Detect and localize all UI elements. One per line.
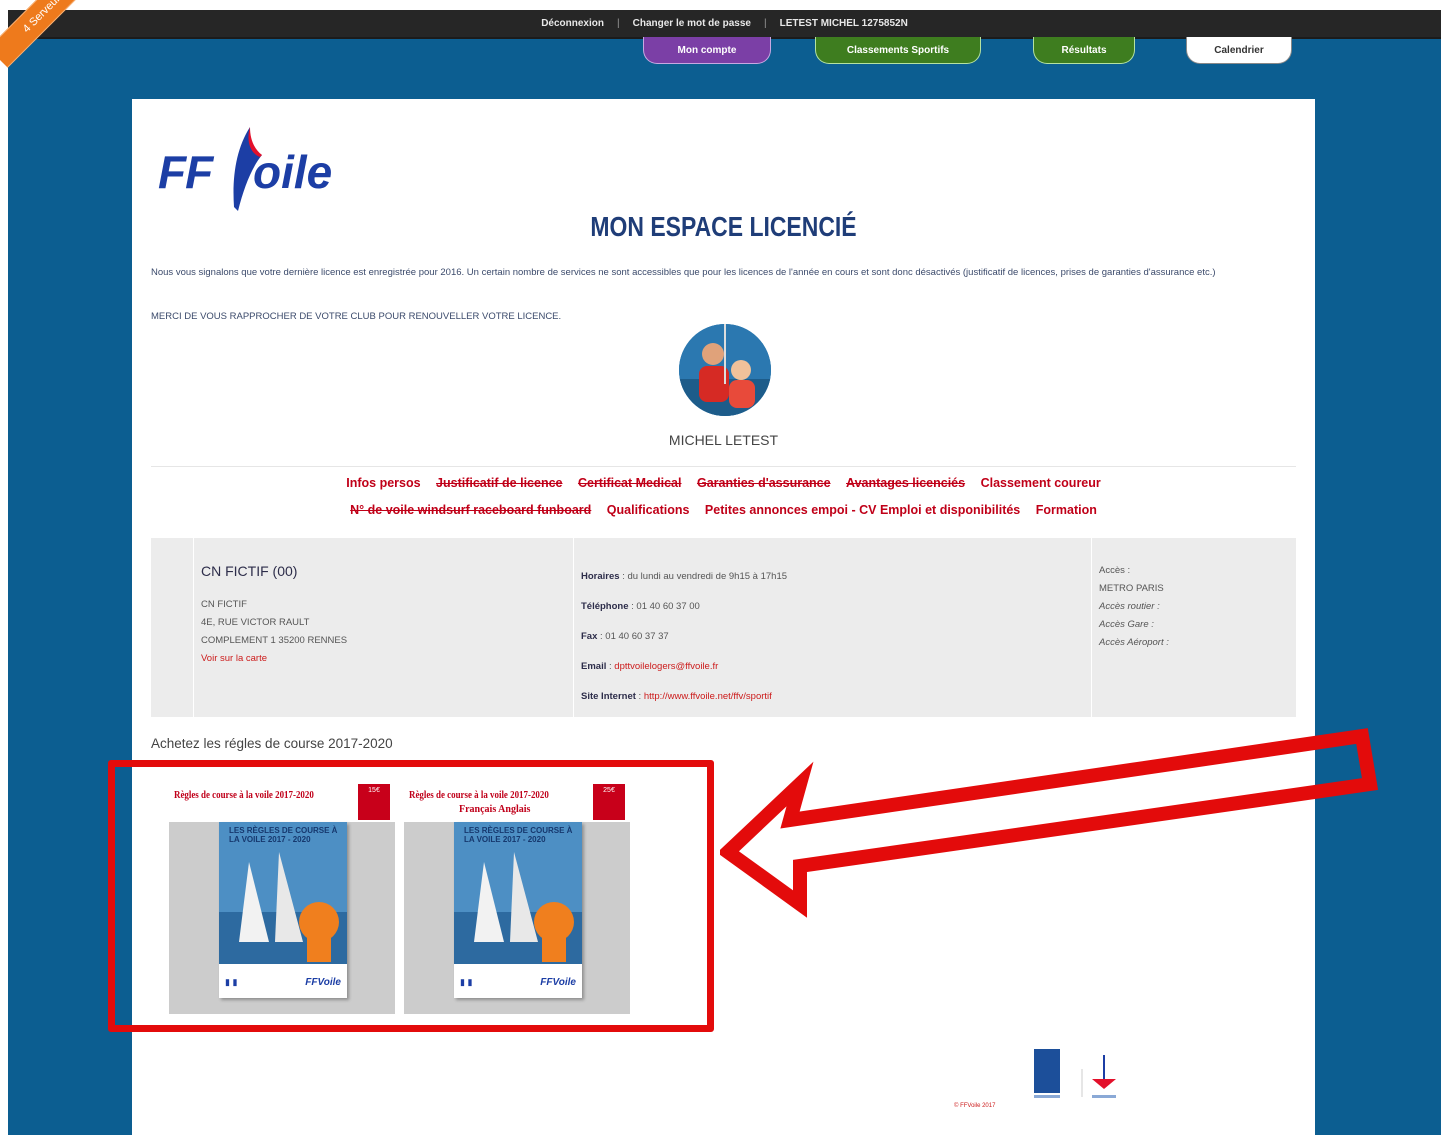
avatar	[679, 324, 771, 416]
fax-row: Fax : 01 40 60 37 37	[581, 622, 787, 652]
column-divider	[573, 538, 574, 717]
column-divider	[193, 538, 194, 717]
account-menu-row-1: Infos persos Justificatif de licence Cer…	[132, 476, 1315, 490]
menu-formation[interactable]: Formation	[1036, 503, 1097, 517]
ffvoile-logo[interactable]: FF oile	[158, 127, 368, 213]
website-label: Site Internet	[581, 691, 636, 702]
menu-justificatif-licence[interactable]: Justificatif de licence	[436, 476, 562, 490]
arrow-icon	[720, 728, 1379, 918]
menu-numero-voile[interactable]: N° de voile windsurf raceboard funboard	[350, 503, 591, 517]
fax-value: : 01 40 60 37 37	[597, 631, 669, 642]
access-train: Accès Gare :	[1099, 619, 1154, 630]
highlight-box	[108, 760, 714, 1032]
change-password-link[interactable]: Changer le mot de passe	[633, 18, 751, 29]
logout-link[interactable]: Déconnexion	[541, 18, 604, 29]
hours-label: Horaires	[581, 571, 620, 582]
partner-logo-icons	[1034, 1049, 1116, 1098]
fax-label: Fax	[581, 631, 598, 642]
renew-message: MERCI DE VOUS RAPPROCHER DE VOTRE CLUB P…	[151, 311, 562, 322]
access-metro: METRO PARIS	[1099, 583, 1164, 594]
club-address: CN FICTIF 4E, RUE VICTOR RAULT COMPLEMEN…	[201, 596, 347, 668]
menu-garanties-assurance[interactable]: Garanties d'assurance	[697, 476, 831, 490]
tab-classements-sportifs[interactable]: Classements Sportifs	[815, 37, 981, 64]
club-info-panel: CN FICTIF (00) CN FICTIF 4E, RUE VICTOR …	[151, 538, 1296, 717]
menu-petites-annonces[interactable]: Petites annonces empoi - CV Emploi et di…	[705, 503, 1020, 517]
address-line: COMPLEMENT 1 35200 RENNES	[201, 635, 348, 646]
website-link[interactable]: http://www.ffvoile.net/ffv/sportif	[644, 691, 772, 702]
menu-qualifications[interactable]: Qualifications	[607, 503, 690, 517]
hours-value: : du lundi au vendredi de 9h15 à 17h15	[619, 571, 788, 582]
menu-classement-coureur[interactable]: Classement coureur	[981, 476, 1101, 490]
access-label: Accès :	[1099, 565, 1131, 576]
tab-calendrier[interactable]: Calendrier	[1186, 37, 1292, 64]
club-name: CN FICTIF (00)	[201, 563, 298, 579]
footer-partner-logos	[1034, 1049, 1134, 1114]
profile-photo	[679, 324, 771, 416]
phone-row: Téléphone : 01 40 60 37 00	[581, 592, 787, 622]
menu-avantages-licencies[interactable]: Avantages licenciés	[846, 476, 965, 490]
tab-mon-compte[interactable]: Mon compte	[643, 37, 771, 64]
user-identity: LETEST MICHEL 1275852N	[779, 18, 908, 29]
map-link[interactable]: Voir sur la carte	[201, 650, 347, 668]
menu-infos-persos[interactable]: Infos persos	[346, 476, 420, 490]
address-line: 4E, RUE VICTOR RAULT	[201, 617, 310, 628]
footer-copyright: © FFVoile 2017	[954, 1103, 996, 1109]
separator: |	[763, 18, 767, 29]
club-access: Accès : METRO PARIS Accès routier : Accè…	[1099, 562, 1169, 652]
license-notice: Nous vous signalons que votre dernière l…	[151, 267, 1216, 278]
access-road: Accès routier :	[1099, 601, 1160, 612]
page-title: MON ESPACE LICENCIÉ	[590, 211, 857, 242]
website-row: Site Internet : http://www.ffvoile.net/f…	[581, 691, 772, 702]
tab-resultats[interactable]: Résultats	[1033, 37, 1135, 64]
account-menu-row-2: N° de voile windsurf raceboard funboard …	[132, 503, 1315, 517]
email-row: Email : dpttvoilelogers@ffvoile.fr	[581, 661, 719, 672]
address-line: CN FICTIF	[201, 599, 247, 610]
menu-certificat-medical[interactable]: Certificat Medical	[578, 476, 682, 490]
email-link[interactable]: dpttvoilelogers@ffvoile.fr	[614, 661, 718, 672]
logo-oile-text: oile	[253, 146, 333, 198]
user-name: MICHEL LETEST	[668, 432, 779, 448]
email-label: Email	[581, 661, 607, 672]
divider	[151, 466, 1296, 467]
access-airport: Accès Aéroport :	[1099, 637, 1169, 648]
column-divider	[1091, 538, 1092, 717]
club-contact: Horaires : du lundi au vendredi de 9h15 …	[581, 562, 787, 712]
hours-row: Horaires : du lundi au vendredi de 9h15 …	[581, 562, 787, 592]
logo-ff-text: FF	[158, 146, 213, 198]
top-bar: Déconnexion | Changer le mot de passe | …	[8, 10, 1441, 37]
separator: |	[617, 18, 620, 29]
phone-label: Téléphone	[581, 601, 629, 612]
phone-value: : 01 40 60 37 00	[628, 601, 700, 612]
buy-rules-heading: Achetez les régles de course 2017-2020	[151, 736, 393, 751]
